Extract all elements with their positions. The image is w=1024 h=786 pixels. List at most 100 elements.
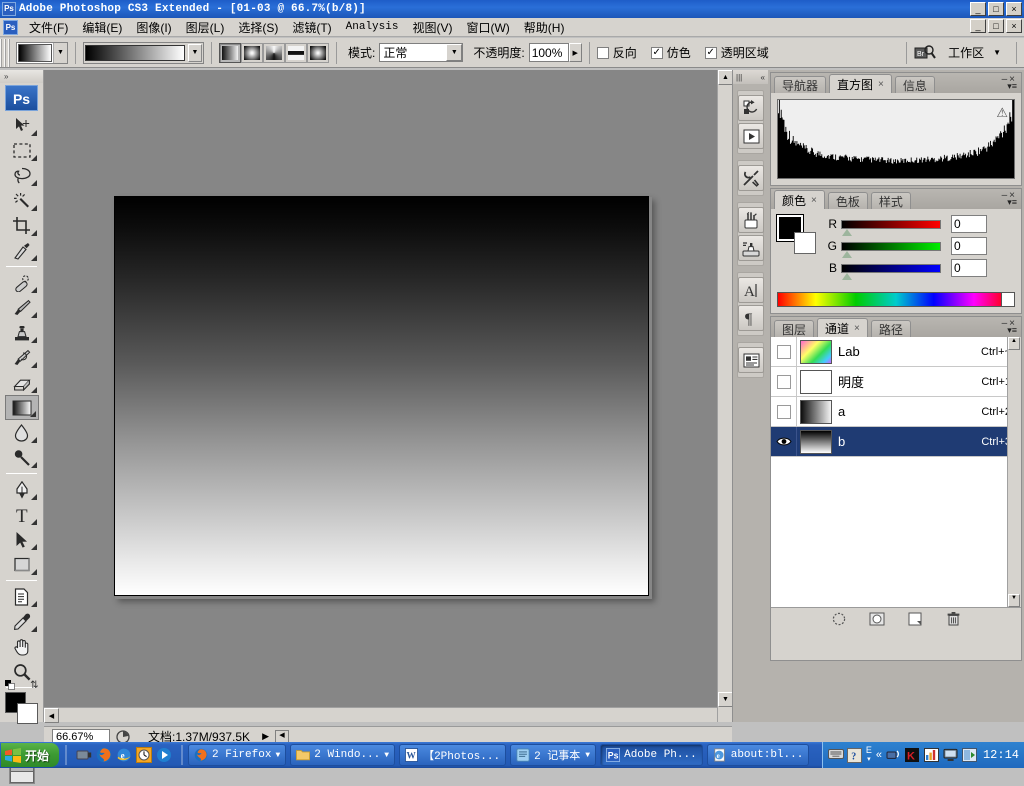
blue-slider-thumb[interactable] xyxy=(842,272,852,280)
pen-tool[interactable] xyxy=(5,477,39,502)
background-color-swatch[interactable] xyxy=(794,232,816,254)
eraser-tool[interactable] xyxy=(5,370,39,395)
options-bar-grip[interactable] xyxy=(0,38,12,67)
diamond-gradient-button[interactable] xyxy=(307,42,329,63)
character-panel-icon[interactable]: A xyxy=(738,277,764,303)
tab-paths[interactable]: 路径 xyxy=(870,320,911,337)
document-restore-button[interactable]: □ xyxy=(988,19,1004,33)
blue-slider[interactable] xyxy=(841,263,941,280)
gradient-editor-button[interactable]: ▼ xyxy=(83,41,204,64)
document-close-button[interactable]: × xyxy=(1006,19,1022,33)
tab-info[interactable]: 信息 xyxy=(894,76,935,93)
blend-mode-select[interactable]: 正常 ▼ xyxy=(379,43,464,62)
background-color-swatch[interactable] xyxy=(16,703,38,724)
show-desktop-icon[interactable] xyxy=(76,747,92,763)
workspace-button[interactable]: 工作区 ▼ xyxy=(936,41,1009,65)
reverse-checkbox-row[interactable]: 反向 xyxy=(596,44,637,61)
taskbar-button-word-document[interactable]: W 【2Photos... xyxy=(399,744,507,766)
panel-menu-icon[interactable]: ▾≡ xyxy=(1007,197,1017,208)
transparency-checkbox-row[interactable]: ✓ 透明区域 xyxy=(704,44,769,61)
type-tool[interactable]: T xyxy=(5,502,39,527)
warning-icon[interactable]: ⚠ xyxy=(996,105,1008,121)
tab-layers[interactable]: 图层 xyxy=(774,320,815,337)
history-panel-icon[interactable] xyxy=(738,95,764,121)
channels-scrollbar[interactable]: ▲ ▼ xyxy=(1007,337,1021,607)
visibility-toggle[interactable] xyxy=(771,397,797,426)
radial-gradient-button[interactable] xyxy=(241,42,263,63)
close-icon[interactable]: × xyxy=(854,323,860,334)
scroll-up-arrow-icon[interactable]: ▲ xyxy=(1008,337,1020,350)
visibility-toggle[interactable] xyxy=(771,367,797,396)
dither-checkbox[interactable]: ✓ xyxy=(650,46,663,59)
reflected-gradient-button[interactable] xyxy=(285,42,307,63)
maximize-button[interactable]: □ xyxy=(988,2,1004,16)
taskbar-button-notepad[interactable]: 2 记事本 ▼ xyxy=(510,744,597,766)
gradient-dropdown-chevron-icon[interactable]: ▼ xyxy=(188,43,202,62)
eyedropper-tool[interactable] xyxy=(5,609,39,634)
chevron-down-icon[interactable]: ▼ xyxy=(446,44,463,61)
horizontal-scrollbar[interactable]: ◀ xyxy=(44,707,717,723)
chevron-down-icon[interactable]: ▼ xyxy=(585,751,590,760)
gradient-preset-picker[interactable]: ▼ xyxy=(16,41,68,64)
taskbar-button-windows-explorer[interactable]: 2 Windo... ▼ xyxy=(290,744,396,766)
angle-gradient-button[interactable] xyxy=(263,42,285,63)
minimize-button[interactable]: _ xyxy=(970,2,986,16)
table-row[interactable]: b Ctrl+3 xyxy=(771,427,1021,457)
document-canvas[interactable] xyxy=(114,196,649,596)
history-brush-tool[interactable] xyxy=(5,345,39,370)
chevron-down-icon[interactable]: ▼ xyxy=(993,48,1001,57)
menu-file[interactable]: 文件(F) xyxy=(22,17,75,38)
move-tool[interactable] xyxy=(5,113,39,138)
default-colors-icon[interactable] xyxy=(4,679,15,690)
gradient-tool[interactable] xyxy=(4,395,39,420)
table-row[interactable]: 明度 Ctrl+1 xyxy=(771,367,1021,397)
show-hidden-icons-chevron[interactable]: « xyxy=(876,749,882,761)
taskbar-button-photoshop[interactable]: Ps Adobe Ph... xyxy=(600,744,703,766)
menu-select[interactable]: 选择(S) xyxy=(231,17,285,38)
close-icon[interactable]: × xyxy=(811,195,817,206)
document-work-area[interactable]: ▲ ▼ ◀ xyxy=(44,70,733,723)
tab-swatches[interactable]: 色板 xyxy=(827,192,868,209)
green-slider[interactable] xyxy=(841,241,941,258)
dock-strip-header[interactable]: ||| « xyxy=(733,70,768,84)
dither-checkbox-row[interactable]: ✓ 仿色 xyxy=(650,44,691,61)
menu-analysis[interactable]: Analysis xyxy=(339,19,406,35)
red-slider-thumb[interactable] xyxy=(842,228,852,236)
lasso-tool[interactable] xyxy=(5,163,39,188)
chevron-down-icon[interactable]: ▼ xyxy=(384,751,389,760)
green-value-input[interactable]: 0 xyxy=(951,237,987,255)
tab-color[interactable]: 颜色 × xyxy=(774,190,825,209)
scroll-up-arrow-icon[interactable]: ▲ xyxy=(718,70,733,85)
load-channel-as-selection-button[interactable] xyxy=(831,611,847,626)
slice-tool[interactable] xyxy=(5,238,39,263)
firefox-quicklaunch-icon[interactable] xyxy=(96,747,112,763)
language-bar-icon[interactable]: E ▾ xyxy=(866,746,872,764)
tab-navigator[interactable]: 导航器 xyxy=(774,76,827,93)
blur-tool[interactable] xyxy=(5,420,39,445)
create-new-channel-button[interactable] xyxy=(907,611,923,626)
transparency-checkbox[interactable]: ✓ xyxy=(704,46,717,59)
close-button[interactable]: × xyxy=(1006,2,1022,16)
red-value-input[interactable]: 0 xyxy=(951,215,987,233)
blue-value-input[interactable]: 0 xyxy=(951,259,987,277)
panel-menu-icon[interactable]: ▾≡ xyxy=(1007,81,1017,92)
taskbar-button-firefox[interactable]: 2 Firefox ▼ xyxy=(188,744,287,766)
path-selection-tool[interactable] xyxy=(5,527,39,552)
internet-explorer-quicklaunch-icon[interactable]: e xyxy=(116,747,132,763)
tab-channels[interactable]: 通道 × xyxy=(817,318,868,337)
eye-icon-off[interactable] xyxy=(776,404,791,419)
kaspersky-tray-icon[interactable]: K xyxy=(904,747,920,763)
table-row[interactable]: a Ctrl+2 xyxy=(771,397,1021,427)
clone-source-panel-icon[interactable] xyxy=(738,235,764,261)
tab-histogram[interactable]: 直方图 × xyxy=(829,74,892,93)
healing-brush-tool[interactable] xyxy=(5,270,39,295)
collapse-panels-chevron-icon[interactable]: « xyxy=(761,73,765,82)
opacity-stepper-chevron-icon[interactable]: ▶ xyxy=(568,43,582,62)
paragraph-panel-icon[interactable]: ¶ xyxy=(738,305,764,331)
monitor-tray-icon[interactable] xyxy=(923,747,939,763)
bridge-icon[interactable]: Br xyxy=(914,44,936,62)
green-slider-thumb[interactable] xyxy=(842,250,852,258)
crop-tool[interactable] xyxy=(5,213,39,238)
media-quicklaunch-icon[interactable] xyxy=(156,747,172,763)
marquee-tool[interactable] xyxy=(5,138,39,163)
